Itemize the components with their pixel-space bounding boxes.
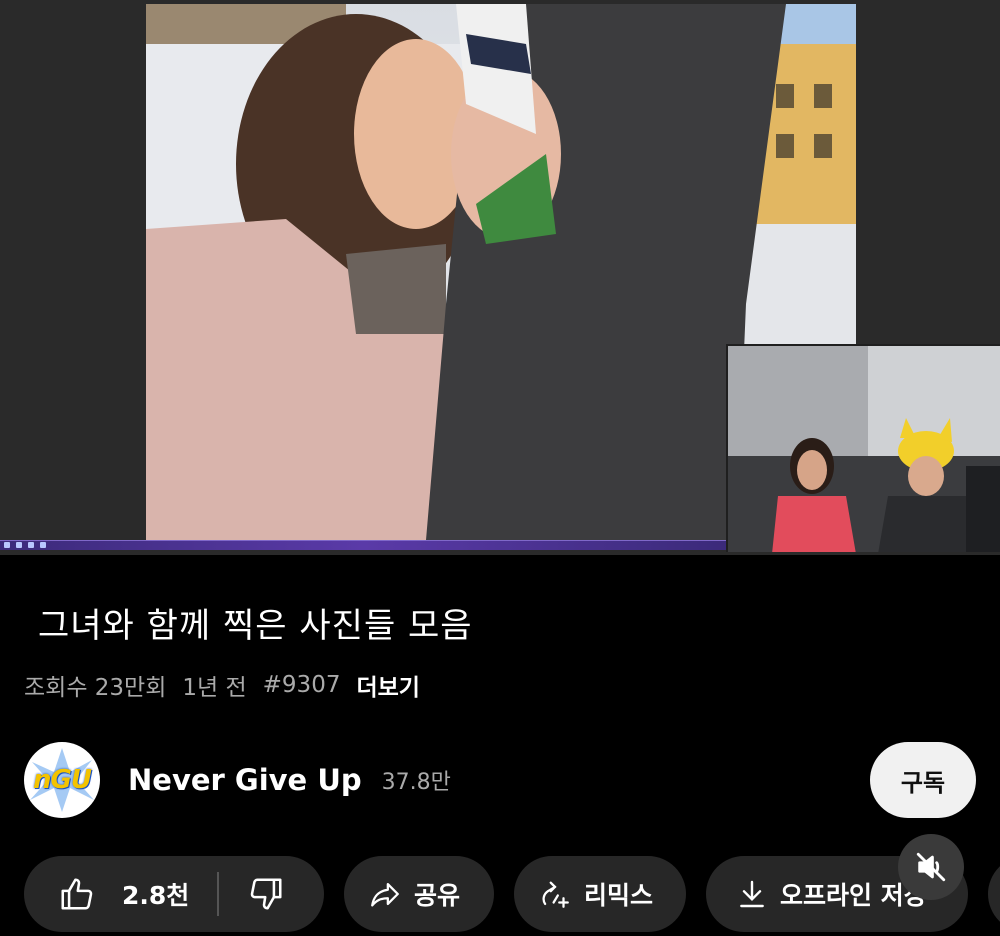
- share-icon: [368, 877, 402, 911]
- like-count[interactable]: 2.8천: [122, 876, 189, 912]
- channel-avatar[interactable]: nGU: [24, 742, 100, 818]
- dislike-icon[interactable]: [247, 875, 285, 913]
- mute-button[interactable]: [898, 834, 964, 900]
- muted-speaker-icon: [914, 850, 948, 884]
- subscribe-button[interactable]: 구독: [870, 742, 976, 818]
- taskbar-icon: [28, 542, 34, 548]
- taskbar-icon: [16, 542, 22, 548]
- taskbar-icon: [40, 542, 46, 548]
- video-player[interactable]: [0, 0, 1000, 555]
- like-divider: [217, 872, 220, 916]
- subscriber-count: 37.8만: [381, 770, 451, 795]
- share-label: 공유: [414, 881, 461, 910]
- webcam-illustration: [728, 346, 1000, 552]
- remix-icon: [538, 877, 572, 911]
- remix-button[interactable]: 리믹스: [514, 856, 686, 932]
- download-icon: [736, 878, 768, 910]
- video-meta[interactable]: 조회수 23만회 1년 전 #9307 더보기: [24, 668, 420, 702]
- video-title: 그녀와 함께 찍은 사진들 모음: [38, 606, 473, 646]
- more-button[interactable]: 더보기: [356, 668, 419, 702]
- like-dislike-pill: 2.8천: [24, 856, 324, 932]
- view-count: 조회수 23만회: [24, 675, 167, 701]
- remix-label: 리믹스: [584, 881, 654, 910]
- channel-name[interactable]: Never Give Up: [128, 763, 362, 797]
- action-bar: 2.8천 공유 리믹스 오프라인 저장: [24, 855, 1000, 933]
- like-icon[interactable]: [58, 875, 96, 913]
- upload-time: 1년 전: [182, 675, 247, 701]
- avatar-logo-text: nGU: [33, 765, 92, 795]
- share-button[interactable]: 공유: [344, 856, 494, 932]
- taskbar: [0, 540, 726, 550]
- more-actions-button[interactable]: [988, 856, 1000, 932]
- channel-row: nGU Never Give Up 37.8만 구독: [24, 740, 976, 820]
- webcam-overlay: [726, 344, 1000, 552]
- taskbar-icon: [4, 542, 10, 548]
- hashtag[interactable]: #9307: [263, 672, 341, 698]
